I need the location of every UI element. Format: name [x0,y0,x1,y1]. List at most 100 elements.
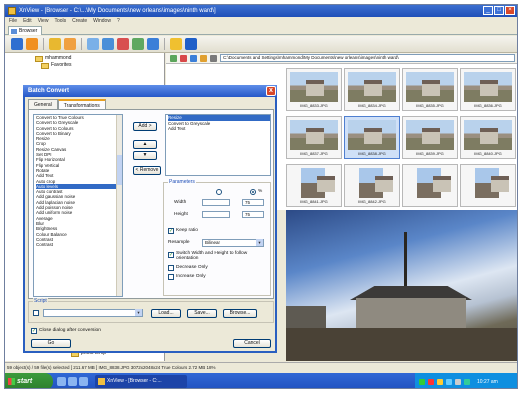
width-pixels-field[interactable] [202,199,230,206]
percent-label: % [258,189,263,194]
desktop-icon[interactable] [68,377,77,386]
move-up-button[interactable]: ▲ [133,140,157,149]
filter-icon[interactable] [180,54,187,62]
load-script-button[interactable]: Load... [151,309,181,318]
thumbnail[interactable]: IMG_8837.JPG [286,116,342,159]
tray-icon[interactable] [428,378,434,385]
settings-icon[interactable] [147,38,159,50]
thumbnail[interactable]: IMG_8833.JPG [286,68,342,111]
height-pixels-field[interactable] [202,211,230,218]
thumbnail[interactable]: IMG_8834.JPG [344,68,400,111]
cancel-button[interactable]: Cancel [233,339,271,348]
volume-icon[interactable] [464,378,470,385]
script-select[interactable] [43,309,143,317]
increase-only-label: Increase Only [176,274,206,279]
thumbnail-selected[interactable]: IMG_8838.JPG [344,116,400,159]
browse-script-button[interactable]: Browse... [223,309,257,318]
resample-select[interactable]: Bilinear [202,239,264,247]
folder-icon[interactable] [26,38,38,50]
width-label: Width [174,200,187,205]
title-bar: XnView - [Browser - C:\...\My Documents\… [5,5,517,17]
menu-help[interactable]: ? [117,17,120,25]
favorites-icon[interactable] [170,38,182,50]
keep-ratio-label: Keep ratio [176,228,198,233]
applied-transformations-list[interactable]: Resize Convert to Greyscale Add Text [165,114,271,176]
preview-house [356,298,466,330]
close-after-checkbox[interactable]: ✓ [31,328,37,334]
thumbnail[interactable]: IMG_8841.JPG [286,164,342,207]
thumbnail[interactable] [460,164,516,207]
fullscreen-icon[interactable] [87,38,99,50]
thumbnail-caption: IMG_8837.JPG [300,151,328,156]
dialog-title-bar: Batch Convert x [23,85,277,97]
tab-browser-label: Browser [19,28,38,34]
ie-icon[interactable] [57,377,66,386]
sort-icon[interactable] [190,54,197,62]
convert-icon[interactable] [117,38,129,50]
home-icon[interactable] [11,38,23,50]
add-button[interactable]: Add > [133,122,157,131]
start-button[interactable]: start [5,373,53,388]
thumbnail-image [301,168,335,198]
go-button[interactable]: Go [31,339,71,348]
go-icon[interactable] [210,54,217,62]
keep-ratio-checkbox[interactable]: ✓ [168,228,174,234]
system-tray: 10:27 am [415,373,517,388]
percent-radio[interactable] [250,189,256,195]
script-group: Script Load... Save... Browse... [28,298,274,323]
height-percent-field[interactable]: 75 [242,211,264,218]
up-folder-icon[interactable] [49,38,61,50]
use-script-checkbox[interactable] [33,310,39,316]
save-script-button[interactable]: Save... [187,309,217,318]
view-icon[interactable] [170,54,177,62]
list-scrollbar[interactable] [116,115,122,296]
available-transformations-list[interactable]: Convert to True Colours Convert to Greysc… [33,114,123,297]
refresh-icon[interactable] [64,38,76,50]
address-field[interactable]: C:\Documents and Settings\mhammond\My Do… [220,54,515,62]
menu-window[interactable]: Window [93,17,111,25]
menu-edit[interactable]: Edit [23,17,32,25]
menu-tools[interactable]: Tools [54,17,66,25]
menu-create[interactable]: Create [72,17,87,25]
minimize-button[interactable]: _ [483,6,493,15]
switch-orientation-checkbox[interactable]: ✓ [168,252,174,258]
menu-view[interactable]: View [38,17,49,25]
increase-only-checkbox[interactable] [168,274,174,280]
menu-file[interactable]: File [9,17,17,25]
tray-icon[interactable] [446,378,452,385]
print-icon[interactable] [132,38,144,50]
media-icon[interactable] [79,377,88,386]
move-down-button[interactable]: ▼ [133,151,157,160]
tab-general[interactable]: General [28,99,58,109]
thumbnail[interactable]: IMG_8836.JPG [460,68,516,111]
applied-item[interactable]: Add Text [168,126,270,132]
thumbnail[interactable]: IMG_8839.JPG [402,116,458,159]
folder-icon [35,55,43,62]
tree-item[interactable]: mhammond [35,55,72,62]
dialog-close-button[interactable]: x [266,86,276,96]
taskbar-xnview[interactable]: XnView - [Browser - C:... [95,375,187,388]
slideshow-icon[interactable] [102,38,114,50]
image-preview[interactable] [286,210,517,361]
tree-item[interactable]: Favorites [35,62,72,69]
tray-icon[interactable] [419,378,425,385]
thumbnail[interactable]: IMG_8842.JPG [344,164,400,207]
remove-button[interactable]: < Remove [133,166,161,175]
pixels-radio[interactable] [216,189,222,195]
thumbnail-caption: IMG_8840.JPG [474,151,502,156]
thumbnail-image [348,72,396,102]
transformation-item[interactable]: Contrast [36,242,122,247]
thumbnail[interactable] [402,164,458,207]
width-percent-field[interactable]: 75 [242,199,264,206]
thumbnail-size-icon[interactable] [200,54,207,62]
close-window-button[interactable]: × [505,6,515,15]
thumbnail[interactable]: IMG_8840.JPG [460,116,516,159]
tab-browser[interactable]: Browser [8,26,43,35]
tray-icon[interactable] [437,378,443,385]
decrease-only-checkbox[interactable] [168,265,174,271]
maximize-button[interactable]: □ [494,6,504,15]
help-icon[interactable] [185,38,197,50]
thumbnail-caption: IMG_8841.JPG [300,199,328,204]
thumbnail[interactable]: IMG_8835.JPG [402,68,458,111]
tray-icon[interactable] [455,378,461,385]
